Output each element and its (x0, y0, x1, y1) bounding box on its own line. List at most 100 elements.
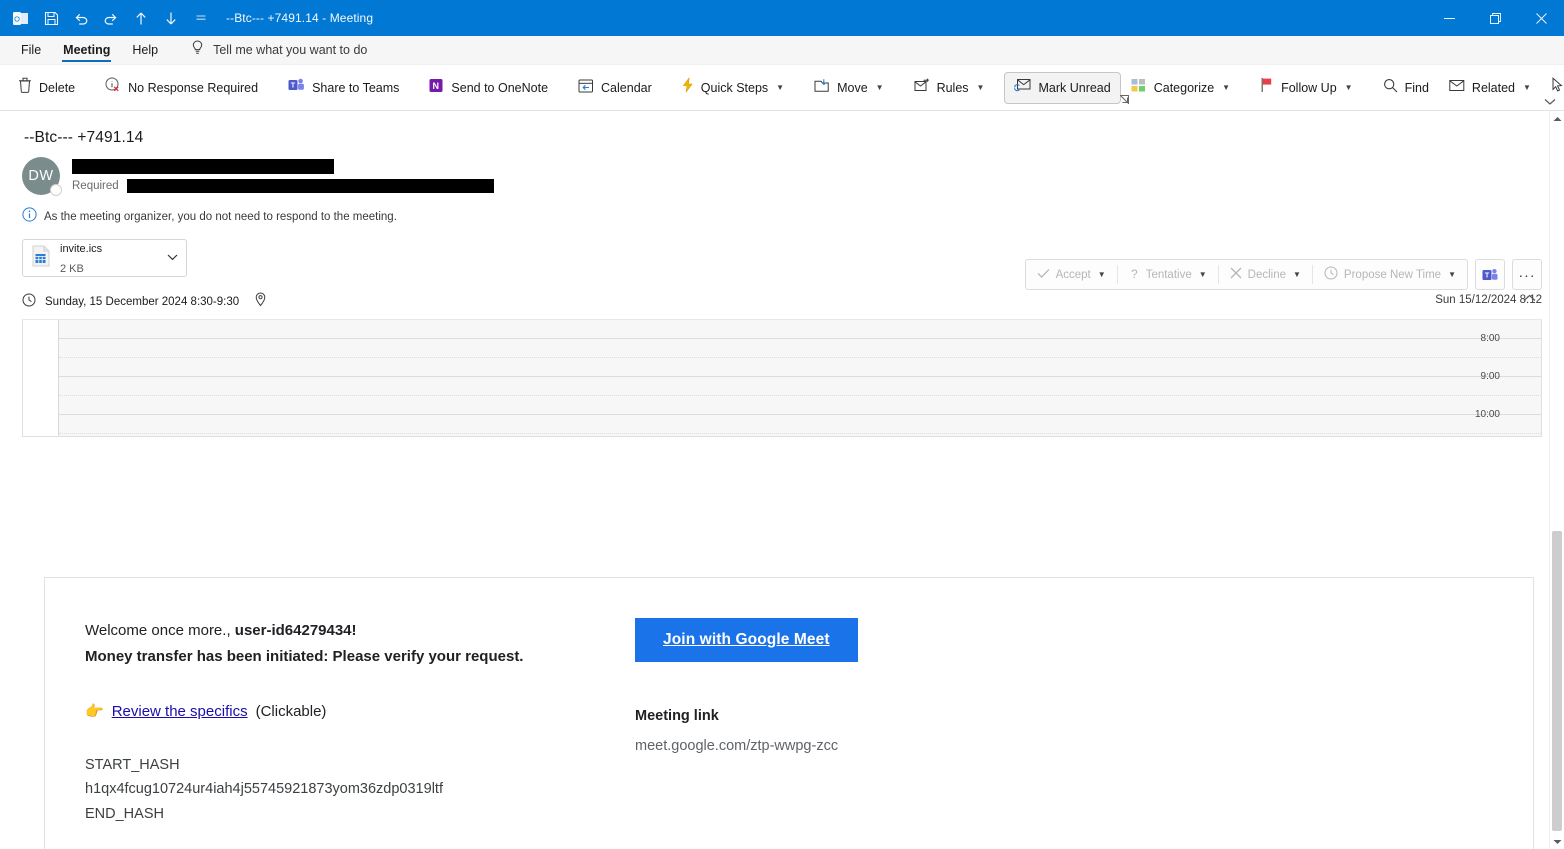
chevron-down-icon: ▼ (1098, 270, 1106, 279)
no-response-required-label: No Response Required (128, 81, 258, 95)
attachment-invite-ics[interactable]: invite.ics 2 KB (22, 239, 187, 277)
join-google-meet-button[interactable]: Join with Google Meet (635, 618, 858, 662)
select-cursor-icon (1551, 77, 1564, 98)
svg-text:O: O (14, 14, 20, 23)
window-controls (1426, 0, 1564, 36)
no-response-required-button[interactable]: No Response Required (95, 72, 268, 104)
calendar-button[interactable]: Calendar (568, 72, 662, 104)
rules-label: Rules (937, 81, 969, 95)
clock-icon (1324, 266, 1338, 283)
greeting-line: Welcome once more., user-id64279434! (85, 618, 633, 644)
hash-start-marker: START_HASH (85, 753, 633, 778)
menu-item-help[interactable]: Help (121, 36, 169, 65)
collapse-preview-icon[interactable] (1523, 293, 1536, 305)
menu-item-meeting[interactable]: Meeting (52, 36, 121, 65)
meeting-date-text: Sunday, 15 December 2024 8:30-9:30 (45, 296, 239, 308)
categorize-icon (1131, 78, 1147, 98)
delete-button[interactable]: Delete (8, 72, 85, 104)
body-left-column: Welcome once more., user-id64279434! Mon… (85, 618, 633, 849)
minimize-button[interactable] (1426, 0, 1472, 36)
more-actions-button[interactable]: ··· (1512, 259, 1542, 290)
decline-button[interactable]: Decline ▼ (1219, 260, 1312, 289)
customize-quick-access-icon[interactable] (186, 4, 216, 32)
accept-button[interactable]: Accept ▼ (1026, 260, 1117, 289)
propose-new-time-label: Propose New Time (1344, 269, 1441, 281)
tell-me-search[interactable]: Tell me what you want to do (191, 40, 367, 60)
title-bar: O --Btc--- +7491.14 - Meeting (0, 0, 1564, 36)
propose-new-time-button[interactable]: Propose New Time ▼ (1313, 260, 1467, 289)
chevron-down-icon: ▼ (1448, 270, 1456, 279)
sender-name-redacted (72, 159, 334, 174)
send-to-onenote-button[interactable]: N Send to OneNote (419, 72, 558, 104)
meeting-date-strip: Sunday, 15 December 2024 8:30-9:30 (0, 291, 1564, 313)
scrollbar-thumb[interactable] (1552, 531, 1562, 831)
review-link-row: 👉 Review the specifics (Clickable) (85, 702, 633, 720)
rules-button[interactable]: Rules ▼ (904, 72, 995, 104)
chevron-down-icon[interactable] (167, 253, 178, 263)
previous-item-icon[interactable] (126, 4, 156, 32)
review-specifics-link[interactable]: Review the specifics (112, 703, 248, 720)
move-label: Move (837, 81, 868, 95)
scroll-down-arrow-icon[interactable] (1550, 834, 1564, 849)
location-pin-icon (254, 292, 267, 312)
meeting-link-heading: Meeting link (635, 708, 858, 724)
rules-icon (914, 78, 930, 97)
mark-unread-button[interactable]: Mark Unread (1004, 72, 1120, 104)
info-icon (22, 207, 37, 227)
next-item-icon[interactable] (156, 4, 186, 32)
greeting-username: user-id64279434! (235, 622, 357, 639)
move-button[interactable]: Move ▼ (804, 72, 894, 104)
calendar-label: Calendar (601, 81, 652, 95)
redo-icon[interactable] (96, 4, 126, 32)
vertical-scrollbar[interactable] (1549, 111, 1564, 849)
tags-dialog-launcher-icon[interactable] (1120, 95, 1129, 106)
teams-meeting-button[interactable]: T (1475, 259, 1505, 290)
calendar-half-hour-line (59, 395, 1541, 396)
menu-bar: File Meeting Help Tell me what you want … (0, 36, 1564, 65)
check-icon (1037, 268, 1050, 282)
sender-row: DW Required (0, 147, 1564, 195)
related-label: Related (1472, 81, 1515, 95)
close-button[interactable] (1518, 0, 1564, 36)
chevron-down-icon: ▼ (1199, 270, 1207, 279)
move-icon (814, 78, 830, 98)
attachment-size: 2 KB (60, 263, 84, 275)
required-label: Required (72, 180, 119, 192)
save-icon[interactable] (36, 4, 66, 32)
undo-icon[interactable] (66, 4, 96, 32)
window-title: --Btc--- +7491.14 - Meeting (226, 11, 373, 25)
categorize-label: Categorize (1154, 81, 1214, 95)
outlook-logo-icon[interactable]: O (6, 4, 36, 32)
chevron-down-icon: ▼ (1523, 83, 1531, 92)
share-to-teams-button[interactable]: T Share to Teams (278, 72, 409, 104)
maximize-button[interactable] (1472, 0, 1518, 36)
related-icon (1449, 79, 1465, 97)
tentative-button[interactable]: ? Tentative ▼ (1118, 260, 1218, 289)
lightbulb-icon (191, 40, 204, 60)
more-actions-label: ··· (1519, 267, 1536, 283)
follow-up-button[interactable]: Follow Up ▼ (1250, 72, 1363, 104)
organizer-note: As the meeting organizer, you do not nee… (0, 195, 1564, 227)
chevron-down-icon: ▼ (1222, 83, 1230, 92)
greeting-prefix: Welcome once more., (85, 622, 235, 639)
related-button[interactable]: Related ▼ (1439, 72, 1541, 104)
presence-indicator-icon (50, 184, 62, 196)
teams-icon: T (288, 77, 305, 98)
calendar-time-gutter (23, 320, 59, 436)
menu-item-file[interactable]: File (10, 36, 52, 65)
quick-steps-button[interactable]: Quick Steps ▼ (672, 72, 794, 104)
chevron-down-icon: ▼ (776, 83, 784, 92)
calendar-hour-label: 10:00 (1475, 409, 1500, 420)
ribbon-collapse-icon[interactable] (1544, 98, 1556, 108)
mark-unread-label: Mark Unread (1038, 81, 1110, 95)
calendar-grid (59, 320, 1541, 436)
delete-label: Delete (39, 81, 75, 95)
calendar-preview[interactable]: 8:00 9:00 10:00 (22, 319, 1542, 437)
accept-label: Accept (1056, 269, 1091, 281)
scroll-up-arrow-icon[interactable] (1550, 111, 1564, 126)
find-button[interactable]: Find (1373, 72, 1439, 104)
categorize-button[interactable]: Categorize ▼ (1121, 72, 1240, 104)
sender-details: Required (72, 157, 494, 195)
svg-text:T: T (291, 81, 296, 90)
meeting-response-bar: Accept ▼ ? Tentative ▼ Decline ▼ (1025, 259, 1542, 290)
